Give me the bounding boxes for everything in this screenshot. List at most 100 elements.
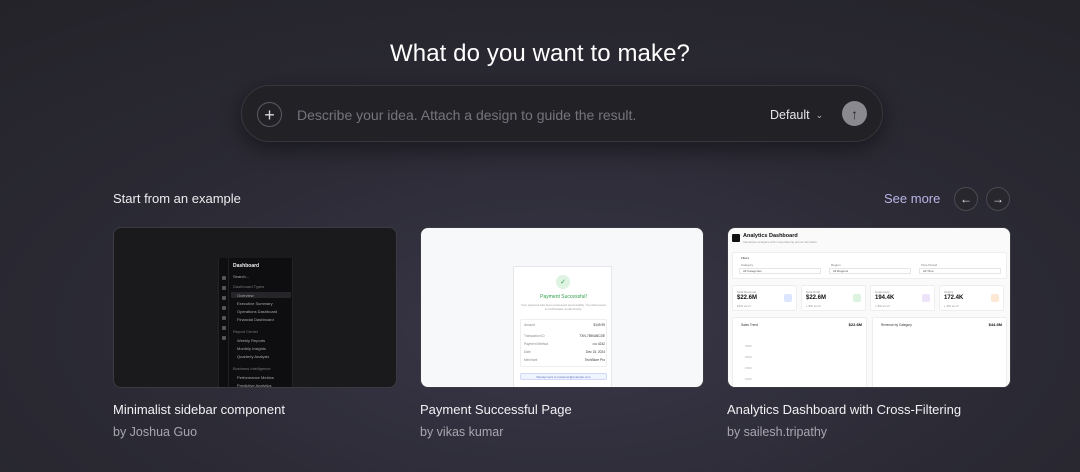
- detail-value: Dec 15, 2024: [586, 350, 605, 354]
- kpi-label: Orders: [944, 290, 954, 294]
- model-select-label: Default: [770, 108, 810, 122]
- detail-label: Payment Method: [524, 342, 549, 346]
- sidebar-item: Monthly Insights: [237, 346, 266, 351]
- rail-dot: [222, 286, 226, 290]
- sidebar-item: Overview: [237, 293, 254, 298]
- sidebar-group: Business Intelligence: [233, 366, 271, 371]
- payment-heading: Payment Successful!: [540, 294, 587, 300]
- card-author: by Joshua Guo: [113, 425, 198, 439]
- kpi-label: Customers: [875, 290, 890, 294]
- y-tick: 2500: [745, 344, 752, 348]
- sidebar-item: Predictive Analytics: [237, 383, 272, 388]
- payment-details: Amount $149.99 Transaction ID TXN-7890ABCD…: [520, 319, 607, 367]
- y-tick: 1000: [745, 377, 752, 381]
- kpi-note: + 8% vs LY: [806, 304, 822, 308]
- section-title: Start from an example: [113, 191, 241, 206]
- payment-message: Your payment has been processed successf…: [520, 303, 607, 311]
- kpi-card: Total Profit $22.6M + 8% vs LY: [801, 285, 866, 311]
- logo-icon: [732, 234, 740, 242]
- send-button[interactable]: ↑: [842, 101, 867, 126]
- dollar-icon: [784, 294, 792, 302]
- sidebar-item: Operations Dashboard: [237, 309, 278, 314]
- chart-panel: Revenue by Category $44.6M: [872, 317, 1007, 387]
- trend-icon: [853, 294, 861, 302]
- filter-select: All Categories: [739, 268, 821, 274]
- prompt-input[interactable]: [297, 104, 747, 126]
- card-thumbnail[interactable]: Analytics Dashboard Interactive analytic…: [727, 227, 1011, 388]
- see-more-link[interactable]: See more: [884, 191, 940, 206]
- detail-value: TXN-7890ABCDE: [579, 334, 605, 338]
- y-tick: 2000: [745, 355, 752, 359]
- rail-dot: [222, 296, 226, 300]
- panel-value: $44.6M: [988, 322, 1002, 327]
- kpi-value: $22.6M: [737, 295, 758, 301]
- kpi-value: 172.4K: [944, 295, 964, 301]
- rail-dot: [222, 336, 226, 340]
- sidebar-item: Executive Summary: [237, 301, 273, 306]
- rail-dot: [222, 306, 226, 310]
- sidebar-item: Weekly Reports: [237, 338, 266, 343]
- detail-value: •••• 4242: [592, 342, 605, 346]
- filter-label: Time Period: [921, 263, 938, 267]
- rail-dot: [222, 276, 226, 280]
- cart-icon: [991, 294, 999, 302]
- rail-dot: [222, 316, 226, 320]
- card-thumbnail[interactable]: Dashboard Search... Dashboard Types Over…: [113, 227, 397, 388]
- sidebar-group: Dashboard Types: [233, 284, 265, 289]
- card-thumbnail[interactable]: ✓ Payment Successful! Your payment has b…: [420, 227, 704, 388]
- detail-label: Merchant: [524, 358, 538, 362]
- plus-icon[interactable]: +: [257, 102, 282, 127]
- kpi-card: Orders 172.4K + 3% vs LY: [939, 285, 1004, 311]
- chart-panel: Sales Trend $22.6M 2500 2000 1500 1000: [732, 317, 867, 387]
- example-card[interactable]: ✓ Payment Successful! Your payment has b…: [420, 227, 704, 439]
- card-author: by vikas kumar: [420, 425, 504, 439]
- sidebar-header: Dashboard: [233, 263, 260, 269]
- chevron-down-icon: ⌄: [815, 109, 824, 120]
- payment-preview: ✓ Payment Successful! Your payment has b…: [513, 266, 612, 387]
- panel-title: Revenue by Category: [881, 323, 912, 327]
- users-icon: [922, 294, 930, 302]
- model-select[interactable]: Default ⌄: [770, 106, 823, 124]
- filter-panel: Filters Category All Categories Region A…: [732, 252, 1007, 279]
- kpi-note: + 3% vs LY: [944, 304, 960, 308]
- next-button[interactable]: →: [986, 187, 1010, 211]
- detail-label: Amount: [524, 323, 535, 327]
- filter-select: All Regions: [829, 268, 911, 274]
- detail-value: $149.99: [593, 323, 605, 327]
- check-icon: ✓: [556, 275, 570, 289]
- icon-rail: [219, 258, 229, 387]
- page-title: What do you want to make?: [390, 40, 690, 67]
- sidebar-search: Search...: [233, 274, 250, 279]
- card-title[interactable]: Minimalist sidebar component: [113, 402, 397, 417]
- example-card[interactable]: Dashboard Search... Dashboard Types Over…: [113, 227, 397, 439]
- card-title[interactable]: Analytics Dashboard with Cross-Filtering: [727, 402, 1011, 417]
- y-tick: 1500: [745, 366, 752, 370]
- detail-label: Date: [524, 350, 531, 354]
- kpi-label: Total Revenue: [737, 290, 757, 294]
- kpi-value: $22.6M: [806, 295, 827, 301]
- prev-button[interactable]: ←: [954, 187, 978, 211]
- card-title[interactable]: Payment Successful Page: [420, 402, 704, 417]
- receipt-button: Receipt sent to customer@example.com: [520, 373, 607, 380]
- prompt-bar: + Default ⌄ ↑: [241, 85, 883, 142]
- detail-row: Transaction ID TXN-7890ABCDE: [524, 334, 605, 338]
- detail-row: Merchant TechStore Pro: [524, 358, 605, 362]
- panel-title: Sales Trend: [741, 323, 759, 327]
- kpi-note: 12% vs LY: [737, 304, 752, 308]
- kpi-card: Customers 194.4K + 5% vs LY: [870, 285, 935, 311]
- kpi-card: Total Revenue $22.6M 12% vs LY: [732, 285, 797, 311]
- panel-value: $22.6M: [848, 322, 862, 327]
- kpi-note: + 5% vs LY: [875, 304, 891, 308]
- analytics-subheading: Interactive analytics with cross-filteri…: [743, 240, 817, 244]
- detail-value: TechStore Pro: [584, 358, 605, 362]
- example-card[interactable]: Analytics Dashboard Interactive analytic…: [727, 227, 1011, 439]
- kpi-value: 194.4K: [875, 295, 895, 301]
- card-author: by sailesh.tripathy: [727, 425, 828, 439]
- filters-label: Filters: [741, 256, 750, 260]
- arrow-up-icon: ↑: [851, 105, 858, 122]
- rail-dot: [222, 326, 226, 330]
- filter-label: Category: [741, 263, 754, 267]
- sidebar-group: Report Center: [233, 329, 259, 334]
- detail-label: Transaction ID: [524, 334, 545, 338]
- sidebar-item: Quarterly Analysis: [237, 354, 270, 359]
